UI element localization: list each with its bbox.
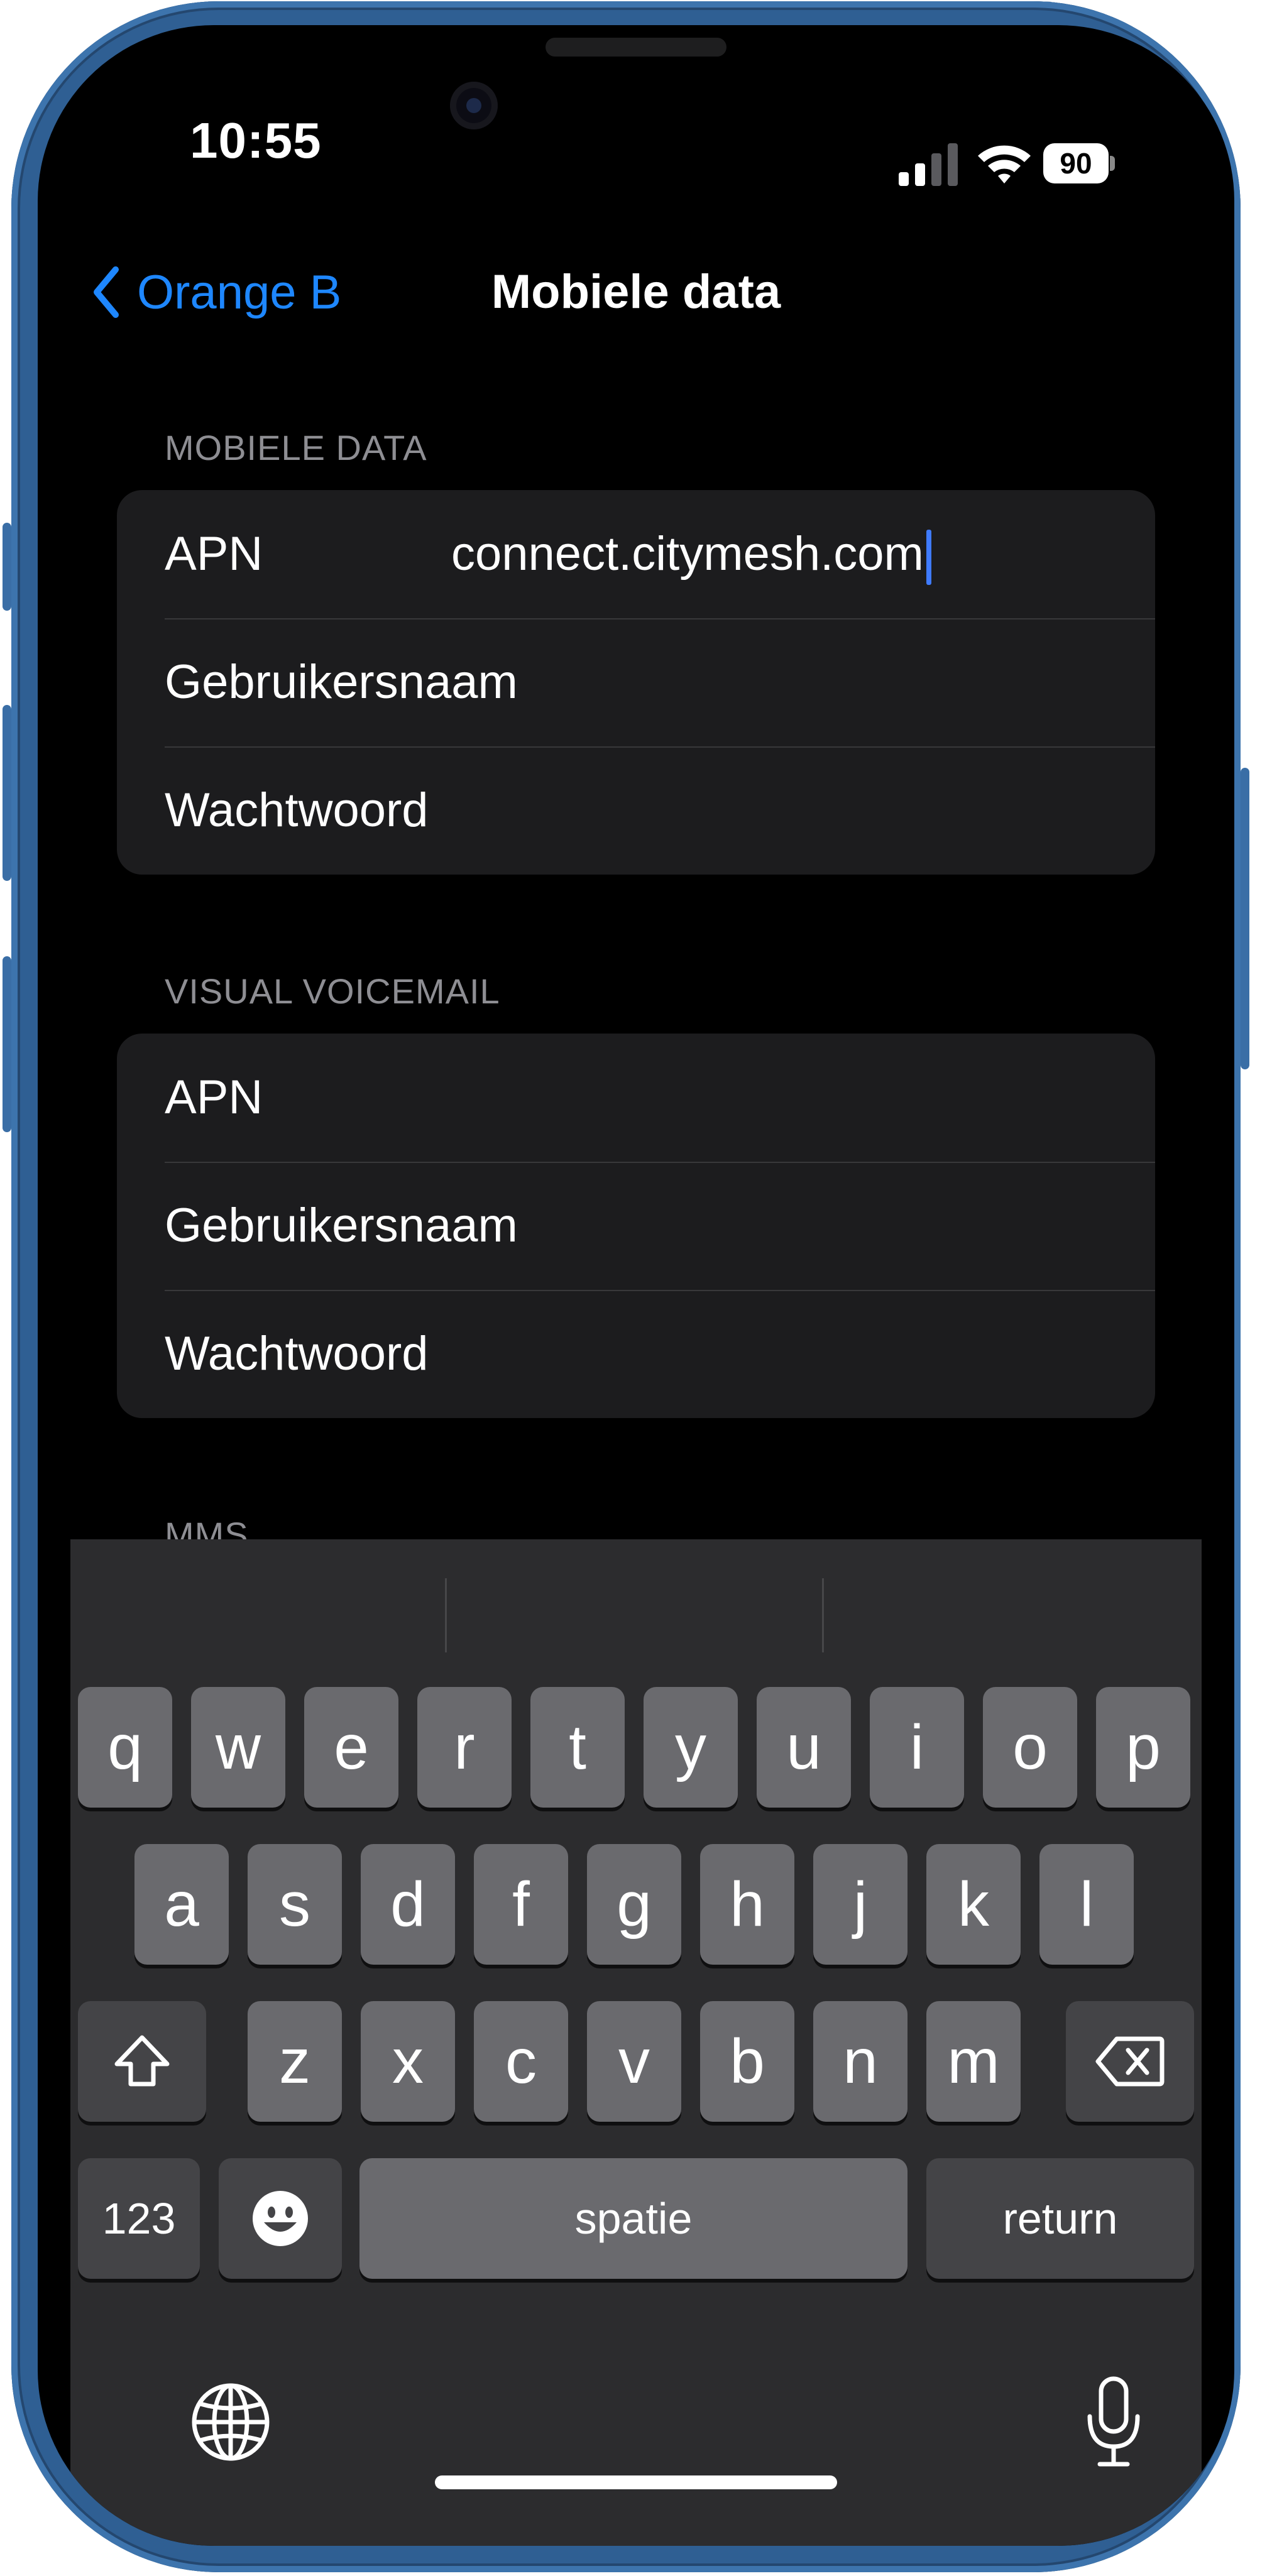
home-indicator[interactable] <box>435 2475 837 2489</box>
key-s[interactable]: s <box>248 1844 342 1965</box>
voicemail-username-row[interactable]: Gebruikersnaam <box>117 1162 1155 1290</box>
navigation-bar: Orange B Mobiele data <box>38 258 1234 327</box>
key-c[interactable]: c <box>474 2001 568 2122</box>
key-h[interactable]: h <box>700 1844 794 1965</box>
voicemail-apn-row[interactable]: APN <box>117 1034 1155 1162</box>
mobile-data-group: APN connect.citymesh.com Gebruikersnaam … <box>117 490 1155 875</box>
battery-icon: 90 <box>1043 143 1115 183</box>
key-w[interactable]: w <box>191 1687 285 1808</box>
emoji-key[interactable] <box>219 2158 342 2279</box>
username-row[interactable]: Gebruikersnaam <box>117 618 1155 746</box>
key-a[interactable]: a <box>134 1844 229 1965</box>
speaker-grille <box>546 38 726 57</box>
shift-icon <box>114 2035 170 2087</box>
apn-value: connect.citymesh.com <box>451 527 924 581</box>
key-p[interactable]: p <box>1096 1687 1190 1808</box>
return-key[interactable]: return <box>926 2158 1194 2279</box>
key-b[interactable]: b <box>700 2001 794 2122</box>
cellular-signal-icon <box>899 143 958 186</box>
apn-row[interactable]: APN connect.citymesh.com <box>117 490 1155 618</box>
key-m[interactable]: m <box>926 2001 1021 2122</box>
key-q[interactable]: q <box>78 1687 172 1808</box>
key-y[interactable]: y <box>644 1687 738 1808</box>
key-d[interactable]: d <box>361 1844 455 1965</box>
delete-icon <box>1095 2036 1165 2087</box>
suggestion-divider <box>445 1578 447 1652</box>
key-x[interactable]: x <box>361 2001 455 2122</box>
suggestion-divider <box>822 1578 824 1652</box>
screen: 10:55 90 Orange B Mobiele data MOBIELE D… <box>38 25 1234 2546</box>
apn-input[interactable]: connect.citymesh.com <box>451 490 931 618</box>
section-header-mobile-data: MOBIELE DATA <box>165 428 427 467</box>
volume-down-button <box>3 956 11 1132</box>
key-r[interactable]: r <box>417 1687 512 1808</box>
key-u[interactable]: u <box>757 1687 851 1808</box>
space-key[interactable]: spatie <box>359 2158 907 2279</box>
voicemail-apn-label: APN <box>165 1071 263 1124</box>
microphone-icon[interactable] <box>1082 2375 1145 2469</box>
delete-key[interactable] <box>1066 2001 1194 2122</box>
voicemail-password-row[interactable]: Wachtwoord <box>117 1290 1155 1418</box>
numbers-key[interactable]: 123 <box>78 2158 200 2279</box>
voicemail-password-label: Wachtwoord <box>165 1327 429 1380</box>
key-j[interactable]: j <box>813 1844 907 1965</box>
key-g[interactable]: g <box>587 1844 681 1965</box>
key-n[interactable]: n <box>813 2001 907 2122</box>
action-button <box>3 523 11 611</box>
key-v[interactable]: v <box>587 2001 681 2122</box>
volume-up-button <box>3 705 11 881</box>
shift-key[interactable] <box>78 2001 206 2122</box>
text-cursor <box>926 529 931 585</box>
key-i[interactable]: i <box>870 1687 964 1808</box>
apn-label: APN <box>165 527 263 581</box>
key-z[interactable]: z <box>248 2001 342 2122</box>
visual-voicemail-group: APN Gebruikersnaam Wachtwoord <box>117 1034 1155 1418</box>
status-time: 10:55 <box>190 112 322 168</box>
key-e[interactable]: e <box>304 1687 398 1808</box>
front-camera <box>450 82 498 129</box>
username-label: Gebruikersnaam <box>165 655 518 709</box>
key-t[interactable]: t <box>530 1687 625 1808</box>
power-button <box>1241 768 1249 1069</box>
battery-level: 90 <box>1043 143 1109 183</box>
key-k[interactable]: k <box>926 1844 1021 1965</box>
page-title: Mobiele data <box>491 265 781 319</box>
key-f[interactable]: f <box>474 1844 568 1965</box>
section-header-visual-voicemail: VISUAL VOICEMAIL <box>165 971 500 1011</box>
keyboard: qwertyuiop asdfghjkl zxcvbnm 123 spatie … <box>70 1539 1202 2546</box>
globe-icon[interactable] <box>190 2381 271 2463</box>
key-l[interactable]: l <box>1039 1844 1134 1965</box>
wifi-icon <box>978 145 1031 183</box>
voicemail-username-label: Gebruikersnaam <box>165 1199 518 1252</box>
password-label: Wachtwoord <box>165 783 429 837</box>
password-row[interactable]: Wachtwoord <box>117 746 1155 875</box>
key-o[interactable]: o <box>983 1687 1077 1808</box>
emoji-icon <box>253 2191 308 2246</box>
